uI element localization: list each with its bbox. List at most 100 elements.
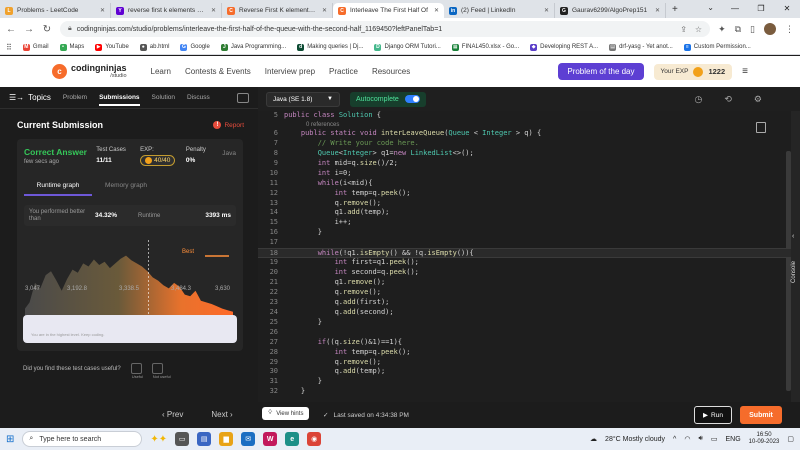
run-button[interactable]: ▶ Run — [694, 406, 732, 424]
nav-contests-events[interactable]: Contests & Events — [185, 67, 251, 76]
language-select[interactable]: Java (SE 1.8) ▼ — [266, 91, 340, 107]
edge-icon[interactable]: e — [285, 432, 300, 446]
tab-submissions[interactable]: Submissions — [99, 89, 140, 106]
tab-discuss[interactable]: Discuss — [187, 94, 210, 101]
battery-icon[interactable]: ▭ — [711, 435, 718, 443]
view-hints-button[interactable]: 💡︎ View hints — [262, 407, 310, 420]
code-line[interactable]: 26 — [258, 328, 792, 338]
code-lens-references[interactable]: 0 references — [258, 121, 792, 129]
tab-solution[interactable]: Solution — [152, 94, 176, 101]
toggle-switch[interactable] — [404, 95, 420, 103]
windows-start-icon[interactable]: ⊞ — [6, 434, 14, 445]
extension-icon[interactable]: ✦ — [718, 24, 726, 35]
bookmark-item[interactable]: ▶ YouTube — [95, 43, 129, 51]
code-line[interactable]: 5 public class Solution { — [258, 111, 792, 121]
code-line[interactable]: 20 int second=q.peek(); — [258, 268, 792, 278]
code-line[interactable]: 31 } — [258, 377, 792, 387]
thumbs-up-icon[interactable]: Useful — [130, 363, 143, 379]
code-line[interactable]: 17 — [258, 238, 792, 248]
forward-icon[interactable]: → — [24, 24, 34, 35]
report-button[interactable]: ! Report — [213, 121, 244, 129]
file-explorer-icon[interactable]: ▆ — [219, 432, 234, 446]
browser-tab-4[interactable]: in (2) Feed | LinkedIn ✕ — [444, 3, 555, 18]
code-line[interactable]: 9 int mid=q.size()/2; — [258, 159, 792, 169]
tab-search-chevron-icon[interactable]: ⌄ — [707, 3, 714, 12]
code-line[interactable]: 25 } — [258, 318, 792, 328]
autocomplete-toggle[interactable]: Autocomplete — [350, 91, 426, 107]
maximize-icon[interactable]: ❐ — [748, 0, 774, 18]
browser-tab-0[interactable]: L Problems - LeetCode ✕ — [0, 3, 111, 18]
wifi-icon[interactable]: ◠ — [684, 435, 690, 443]
code-line[interactable]: 15 i++; — [258, 218, 792, 228]
puzzle-icon[interactable]: ⧉ — [735, 24, 741, 35]
code-line[interactable]: 32 } — [258, 387, 792, 397]
tab-problem[interactable]: Problem — [63, 94, 87, 101]
code-line[interactable]: 23 q.add(first); — [258, 298, 792, 308]
panel-layout-icon[interactable] — [237, 92, 249, 103]
bookmark-item[interactable]: G Google — [180, 43, 210, 51]
widgets-icon[interactable]: ▤ — [197, 432, 212, 446]
tab-close-icon[interactable]: ✕ — [100, 7, 105, 14]
nav-resources[interactable]: Resources — [372, 67, 410, 76]
browser-tab-3[interactable]: C Interleave The First Half Of ✕ — [333, 3, 444, 18]
code-line[interactable]: 7 // Write your code here. — [258, 139, 792, 149]
nav-interview-prep[interactable]: Interview prep — [265, 67, 315, 76]
nav-learn[interactable]: Learn — [151, 67, 171, 76]
codingninjas-logo[interactable]: c codingninjas/studio — [52, 63, 127, 80]
url-input[interactable]: 🔒︎ codingninjas.com/studio/problems/inte… — [60, 21, 711, 37]
bookmark-item[interactable]: M Gmail — [22, 43, 49, 51]
code-line[interactable]: 21 q1.remove(); — [258, 278, 792, 288]
bookmark-item[interactable]: ◆ Developing REST A... — [530, 43, 598, 51]
next-button[interactable]: Next › — [211, 410, 232, 419]
taskbar-clock[interactable]: 16:50 10-09-2023 — [749, 432, 780, 446]
taskbar-search-input[interactable]: ⌕ Type here to search — [22, 431, 143, 447]
bookmark-item[interactable]: ▦ FINAL450.xlsx - Go... — [451, 43, 519, 51]
tab-close-icon[interactable]: ✕ — [322, 7, 327, 14]
share-icon[interactable]: ⇪ — [680, 25, 687, 34]
bookmark-item[interactable]: ▤ drf-yasg - Yet anot... — [609, 43, 673, 51]
topics-toggle[interactable]: ☰→ Topics — [9, 93, 51, 102]
close-icon[interactable]: ✕ — [774, 0, 800, 18]
minimize-icon[interactable]: — — [722, 0, 748, 18]
exp-badge[interactable]: Your EXP 1222 — [653, 63, 733, 80]
thumbs-down-icon[interactable]: Not useful — [151, 363, 171, 379]
code-line[interactable]: 19 int first=q1.peek(); — [258, 258, 792, 268]
task-view-icon[interactable]: ▭ — [175, 432, 190, 446]
code-line[interactable]: 10 int i=0; — [258, 169, 792, 179]
chrome-icon[interactable]: ◉ — [307, 432, 322, 446]
code-line[interactable]: 24 q.add(second); — [258, 308, 792, 318]
tray-chevron-up-icon[interactable]: ^ — [673, 436, 676, 443]
reset-icon[interactable]: ⟲ — [724, 94, 732, 105]
code-line[interactable]: 8 Queue<Integer> q1=new LinkedList<>(); — [258, 149, 792, 159]
bookmark-item[interactable]: J Java Programming... — [220, 43, 286, 51]
new-tab-icon[interactable]: + — [666, 3, 684, 18]
back-icon[interactable]: ← — [6, 24, 16, 35]
apps-grid-icon[interactable]: ⠿ — [6, 43, 12, 52]
volume-icon[interactable]: 🔊︎ — [698, 435, 702, 443]
code-line[interactable]: 22 q.remove(); — [258, 288, 792, 298]
sidepanel-icon[interactable]: ▯ — [750, 24, 755, 35]
code-line[interactable]: 29 q.remove(); — [258, 358, 792, 368]
tab-close-icon[interactable]: ✕ — [211, 7, 216, 14]
weather-text[interactable]: 28°C Mostly cloudy — [605, 436, 665, 443]
bookmark-star-icon[interactable]: ☆ — [695, 25, 702, 34]
timer-icon[interactable]: ◷ — [695, 94, 703, 105]
cortana-sparkle-icon[interactable]: ✦✦ — [150, 434, 167, 445]
prev-button[interactable]: ‹ Prev — [162, 410, 183, 419]
menu-kebab-icon[interactable]: ⋮ — [785, 24, 794, 35]
language-indicator[interactable]: ENG — [726, 436, 741, 443]
code-line[interactable]: 30 q.add(temp); — [258, 367, 792, 377]
tab-memory-graph[interactable]: Memory graph — [92, 182, 160, 196]
submit-button[interactable]: Submit — [740, 406, 782, 424]
browser-tab-2[interactable]: C Reverse First K elements of ✕ — [222, 3, 333, 18]
tab-close-icon[interactable]: ✕ — [655, 7, 660, 14]
app-w-icon[interactable]: W — [263, 432, 278, 446]
bookmark-item[interactable]: ≡ Custom Permission... — [683, 43, 751, 51]
tab-runtime-graph[interactable]: Runtime graph — [24, 182, 92, 196]
code-line[interactable]: 14 q1.add(temp); — [258, 208, 792, 218]
tab-close-icon[interactable]: ✕ — [434, 7, 439, 14]
bookmark-item[interactable]: • Maps — [59, 43, 84, 51]
bookmark-item[interactable]: ● ab.html — [139, 43, 169, 51]
code-line[interactable]: 11 while(i<mid){ — [258, 179, 792, 189]
code-line[interactable]: 6 public static void interLeaveQueue(Que… — [258, 129, 792, 139]
